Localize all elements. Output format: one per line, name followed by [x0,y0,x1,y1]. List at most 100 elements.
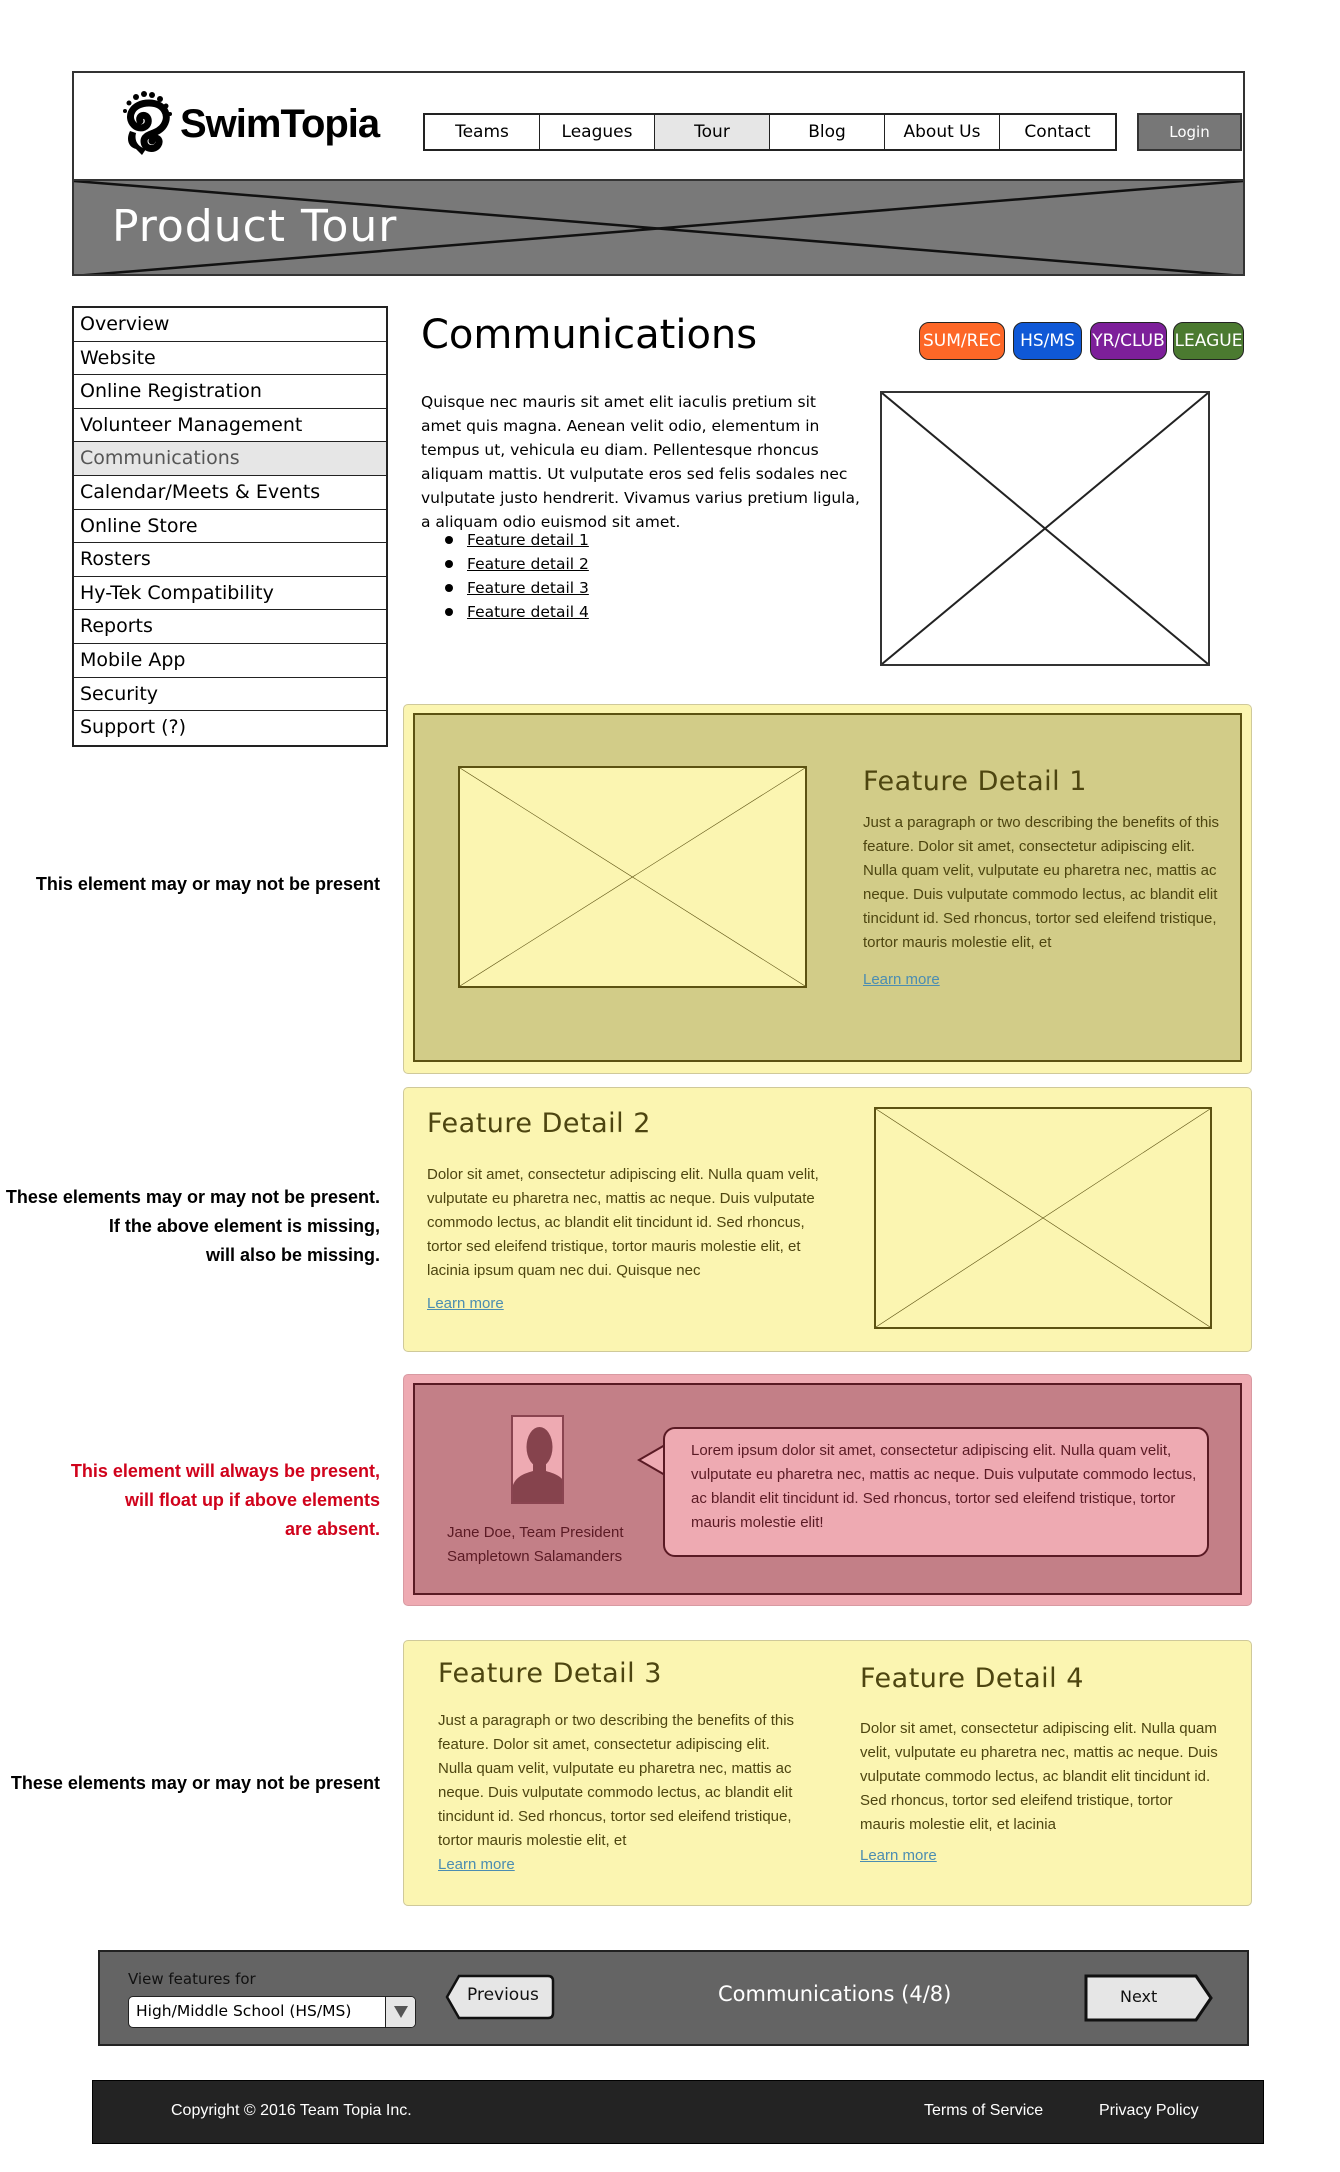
note-feature-2: These elements may or may not be present… [6,1183,380,1270]
login-button[interactable]: Login [1137,113,1242,151]
sidebar-item-rosters[interactable]: Rosters [74,543,386,577]
logo[interactable]: SwimTopia [120,91,380,157]
view-features-label: View features for [128,1970,256,1988]
image-placeholder-icon [876,1109,1210,1327]
sidebar-item-support[interactable]: Support (?) [74,711,386,745]
tour-pagination-bar: View features for High/Middle School (HS… [98,1950,1249,2046]
note-line: If the above element is missing, [108,1216,380,1236]
previous-label: Previous [467,1985,539,2005]
previous-button[interactable]: Previous [445,1974,555,2020]
nav-contact[interactable]: Contact [1000,115,1115,149]
testimonial-panel: Jane Doe, Team President Sampletown Sala… [403,1374,1252,1606]
view-features-select[interactable]: High/Middle School (HS/MS) [128,1996,416,2028]
sidebar-item-security[interactable]: Security [74,678,386,712]
sidebar-item-overview[interactable]: Overview [74,308,386,342]
list-item: Feature detail 1 [445,528,589,552]
sidebar-item-online-store[interactable]: Online Store [74,510,386,544]
feature-1-body: Just a paragraph or two describing the b… [863,814,1220,951]
intro-paragraph: Quisque nec mauris sit amet elit iaculis… [421,393,860,531]
feature-3-body: Just a paragraph or two describing the b… [438,1712,795,1849]
feature-2-title: Feature Detail 2 [427,1108,651,1139]
feature-1-title: Feature Detail 1 [863,766,1087,797]
sidebar-item-reports[interactable]: Reports [74,610,386,644]
nav-blog[interactable]: Blog [770,115,885,149]
selected-option: High/Middle School (HS/MS) [136,2002,352,2020]
bullet-icon [445,536,453,544]
feature-link-1[interactable]: Feature detail 1 [467,528,589,552]
feature-4-learn-more-link[interactable]: Learn more [860,1847,937,1864]
page-indicator: Communications (4/8) [718,1982,952,2006]
note-line: will also be missing. [205,1245,380,1265]
author-name: Jane Doe, Team President [447,1524,624,1541]
note-features-3-4: These elements may or may not be present [10,1773,380,1793]
bullet-icon [445,584,453,592]
bullet-icon [445,560,453,568]
tour-sidebar: Overview Website Online Registration Vol… [72,306,388,747]
banner-title: Product Tour [112,201,398,252]
hero-image-placeholder [880,391,1210,666]
testimonial-author: Jane Doe, Team President Sampletown Sala… [447,1521,624,1569]
page-banner: Product Tour [74,179,1243,274]
badge-sum-rec[interactable]: SUM/REC [919,322,1005,360]
author-team: Sampletown Salamanders [447,1548,623,1565]
nav-leagues[interactable]: Leagues [540,115,655,149]
site-footer: Copyright © 2016 Team Topia Inc. Terms o… [92,2080,1264,2144]
feature-1-learn-more-link[interactable]: Learn more [863,971,940,988]
nav-teams[interactable]: Teams [425,115,540,149]
feature-links-list: Feature detail 1 Feature detail 2 Featur… [445,528,589,624]
next-button[interactable]: Next [1084,1974,1214,2022]
feature-panel-1: Feature Detail 1 Just a paragraph or two… [403,704,1252,1074]
testimonial-highlight: Jane Doe, Team President Sampletown Sala… [413,1383,1242,1595]
sidebar-item-communications[interactable]: Communications [74,442,386,476]
main-nav: Teams Leagues Tour Blog About Us Contact [423,113,1117,151]
page-title: Communications [421,312,758,358]
sidebar-item-volunteer-management[interactable]: Volunteer Management [74,409,386,443]
avatar [511,1415,564,1504]
note-feature-1: This element may or may not be present [35,874,380,894]
logo-text: SwimTopia [180,101,380,146]
feature-3-title: Feature Detail 3 [438,1658,662,1689]
list-item: Feature detail 3 [445,576,589,600]
feature-4-body: Dolor sit amet, consectetur adipiscing e… [860,1720,1218,1833]
nav-tour[interactable]: Tour [655,115,770,149]
sidebar-item-calendar[interactable]: Calendar/Meets & Events [74,476,386,510]
privacy-policy-link[interactable]: Privacy Policy [1099,2102,1199,2120]
person-silhouette-icon [513,1427,562,1502]
feature-link-3[interactable]: Feature detail 3 [467,576,589,600]
swimtopia-logo-icon [123,91,172,155]
speech-bubble: Lorem ipsum dolor sit amet, consectetur … [663,1427,1209,1557]
site-header: SwimTopia Teams Leagues Tour Blog About … [72,71,1245,276]
feature-1-image-placeholder [458,766,807,988]
feature-link-4[interactable]: Feature detail 4 [467,600,589,624]
list-item: Feature detail 2 [445,552,589,576]
image-placeholder-icon [881,392,1209,665]
feature-link-2[interactable]: Feature detail 2 [467,552,589,576]
badge-hs-ms[interactable]: HS/MS [1013,322,1082,360]
dropdown-arrow-icon[interactable] [385,1997,415,2027]
sidebar-item-hy-tek[interactable]: Hy-Tek Compatibility [74,577,386,611]
copyright-text: Copyright © 2016 Team Topia Inc. [171,2102,412,2119]
note-line: This element will always be present, [70,1461,380,1481]
feature-3-learn-more-link[interactable]: Learn more [438,1856,515,1873]
badge-yr-club[interactable]: YR/CLUB [1090,322,1167,360]
terms-of-service-link[interactable]: Terms of Service [924,2102,1043,2120]
feature-4-title: Feature Detail 4 [860,1663,1084,1694]
next-label: Next [1120,1987,1158,2006]
note-line: will float up if above elements [124,1490,380,1510]
list-item: Feature detail 4 [445,600,589,624]
badge-league[interactable]: LEAGUE [1173,322,1244,360]
image-placeholder-icon [460,768,805,986]
feature-2-learn-more-link[interactable]: Learn more [427,1295,504,1312]
nav-about-us[interactable]: About Us [885,115,1000,149]
note-line: These elements may or may not be present… [5,1187,380,1207]
feature-panel-1-highlight: Feature Detail 1 Just a paragraph or two… [413,713,1242,1062]
sidebar-item-mobile-app[interactable]: Mobile App [74,644,386,678]
sidebar-item-online-registration[interactable]: Online Registration [74,375,386,409]
feature-2-body: Dolor sit amet, consectetur adipiscing e… [427,1166,819,1279]
note-testimonial: This element will always be present, wil… [71,1457,380,1544]
sidebar-item-website[interactable]: Website [74,342,386,376]
feature-2-image-placeholder [874,1107,1212,1329]
feature-panel-3-4: Feature Detail 3 Just a paragraph or two… [403,1640,1252,1906]
testimonial-quote: Lorem ipsum dolor sit amet, consectetur … [691,1442,1197,1531]
bullet-icon [445,608,453,616]
